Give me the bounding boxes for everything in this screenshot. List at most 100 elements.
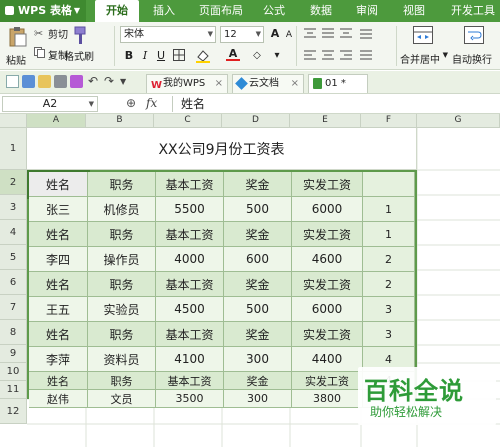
name-box[interactable]: A2 ▼ xyxy=(2,96,98,112)
row-header[interactable]: 11 xyxy=(0,381,27,399)
header-cell[interactable]: 奖金 xyxy=(224,372,292,390)
header-cell[interactable]: 实发工资 xyxy=(292,322,363,347)
data-cell[interactable]: 李四 xyxy=(29,247,88,272)
header-cell[interactable]: 职务 xyxy=(88,222,156,247)
font-color-icon[interactable]: A xyxy=(226,47,240,61)
tab-page-layout[interactable]: 页面布局 xyxy=(192,0,250,22)
row-header[interactable]: 4 xyxy=(0,220,27,245)
row-header[interactable]: 2 xyxy=(0,170,27,195)
header-cell[interactable]: 奖金 xyxy=(224,172,292,197)
alignment-icons[interactable] xyxy=(302,26,392,66)
data-cell[interactable]: 张三 xyxy=(29,197,88,222)
index-cell[interactable]: 1 xyxy=(363,222,415,247)
tab-data[interactable]: 数据 xyxy=(303,0,339,22)
column-header-f[interactable]: F xyxy=(361,114,417,128)
column-header-a[interactable]: A xyxy=(27,114,86,128)
font-name-select[interactable]: 宋体 ▼ xyxy=(120,26,216,43)
fill-color-icon[interactable] xyxy=(196,49,210,63)
row-header[interactable]: 3 xyxy=(0,195,27,220)
row-header[interactable]: 6 xyxy=(0,270,27,295)
header-cell[interactable]: 基本工资 xyxy=(156,372,224,390)
bold-icon[interactable]: B xyxy=(122,49,136,63)
header-cell[interactable]: 姓名 xyxy=(29,222,88,247)
data-cell[interactable]: 机修员 xyxy=(88,197,156,222)
doc-tab-current[interactable]: 01 * xyxy=(308,74,368,93)
header-cell[interactable]: 奖金 xyxy=(224,222,292,247)
data-cell[interactable]: 500 xyxy=(224,297,292,322)
open-folder-icon[interactable] xyxy=(38,75,51,88)
header-cell[interactable]: 职务 xyxy=(88,272,156,297)
row-header[interactable]: 12 xyxy=(0,399,27,424)
tab-formulas[interactable]: 公式 xyxy=(256,0,292,22)
column-header-c[interactable]: C xyxy=(154,114,222,128)
header-cell[interactable]: 姓名 xyxy=(29,322,88,347)
data-cell[interactable]: 实验员 xyxy=(88,297,156,322)
more-options-icon[interactable]: ▾ xyxy=(270,49,284,63)
data-cell[interactable]: 300 xyxy=(224,390,292,408)
sheet-title[interactable]: XX公司9月份工资表 xyxy=(27,128,417,170)
data-cell[interactable]: 4000 xyxy=(156,247,224,272)
header-cell[interactable]: 实发工资 xyxy=(292,372,363,390)
app-menu-button[interactable]: WPS 表格 ▼ xyxy=(0,0,86,22)
function-icon[interactable]: fx xyxy=(146,96,157,110)
underline-icon[interactable]: U xyxy=(154,49,168,63)
data-cell[interactable]: 4100 xyxy=(156,347,224,372)
tab-view[interactable]: 视图 xyxy=(396,0,432,22)
format-painter-button[interactable]: 格式刷 xyxy=(62,26,96,66)
data-cell[interactable]: 600 xyxy=(224,247,292,272)
header-cell[interactable]: 实发工资 xyxy=(292,272,363,297)
column-header-e[interactable]: E xyxy=(290,114,361,128)
header-cell[interactable]: 职务 xyxy=(88,322,156,347)
data-cell[interactable]: 操作员 xyxy=(88,247,156,272)
data-cell[interactable]: 4500 xyxy=(156,297,224,322)
close-icon[interactable]: × xyxy=(291,75,299,92)
tab-review[interactable]: 审阅 xyxy=(349,0,385,22)
merge-center-button[interactable]: 合并居中 ▼ xyxy=(400,24,448,68)
header-cell[interactable]: 基本工资 xyxy=(156,322,224,347)
index-cell[interactable] xyxy=(363,172,415,197)
select-all-corner[interactable] xyxy=(0,114,27,128)
doc-tab-my-wps[interactable]: W 我的WPS × xyxy=(146,74,228,93)
close-icon[interactable]: × xyxy=(215,75,223,92)
header-cell[interactable]: 实发工资 xyxy=(292,222,363,247)
index-cell[interactable]: 3 xyxy=(363,297,415,322)
borders-icon[interactable] xyxy=(172,49,186,63)
data-cell[interactable]: 4600 xyxy=(292,247,363,272)
data-cell[interactable]: 6000 xyxy=(292,297,363,322)
column-header-g[interactable]: G xyxy=(417,114,500,128)
font-size-select[interactable]: 12 ▼ xyxy=(220,26,264,43)
header-cell[interactable]: 职务 xyxy=(88,372,156,390)
tab-home[interactable]: 开始 xyxy=(95,0,139,22)
data-cell[interactable]: 3800 xyxy=(292,390,363,408)
header-cell[interactable]: 职务 xyxy=(88,172,156,197)
data-cell[interactable]: 300 xyxy=(224,347,292,372)
index-cell[interactable]: 2 xyxy=(363,272,415,297)
formula-input[interactable]: 姓名 xyxy=(172,96,498,112)
data-cell[interactable]: 3500 xyxy=(156,390,224,408)
font-shrink-icon[interactable]: A xyxy=(282,28,296,42)
font-grow-icon[interactable]: A xyxy=(268,27,282,41)
print-preview-icon[interactable] xyxy=(70,75,83,88)
doc-tab-cloud-docs[interactable]: 云文档 × xyxy=(232,74,304,93)
header-cell[interactable]: 姓名 xyxy=(29,372,88,390)
data-cell[interactable]: 赵伟 xyxy=(29,390,88,408)
column-header-d[interactable]: D xyxy=(222,114,290,128)
new-file-icon[interactable] xyxy=(6,75,19,88)
row-header[interactable]: 7 xyxy=(0,295,27,320)
zoom-icon[interactable]: ⊕ xyxy=(126,96,136,110)
row-header[interactable]: 1 xyxy=(0,128,27,170)
customize-toolbar-icon[interactable]: ▼ xyxy=(120,75,133,88)
data-cell[interactable]: 资料员 xyxy=(88,347,156,372)
header-cell[interactable]: 奖金 xyxy=(224,322,292,347)
tab-insert[interactable]: 插入 xyxy=(146,0,182,22)
data-cell[interactable]: 6000 xyxy=(292,197,363,222)
index-cell[interactable]: 3 xyxy=(363,322,415,347)
row-header[interactable]: 10 xyxy=(0,363,27,381)
clear-format-icon[interactable]: ◇ xyxy=(250,49,264,63)
header-cell[interactable]: 姓名 xyxy=(29,272,88,297)
paste-button[interactable]: 粘贴 xyxy=(4,26,32,67)
tab-developer[interactable]: 开发工具 xyxy=(446,0,500,22)
index-cell[interactable]: 2 xyxy=(363,247,415,272)
data-cell[interactable]: 500 xyxy=(224,197,292,222)
redo-icon[interactable]: ↷ xyxy=(104,75,117,88)
